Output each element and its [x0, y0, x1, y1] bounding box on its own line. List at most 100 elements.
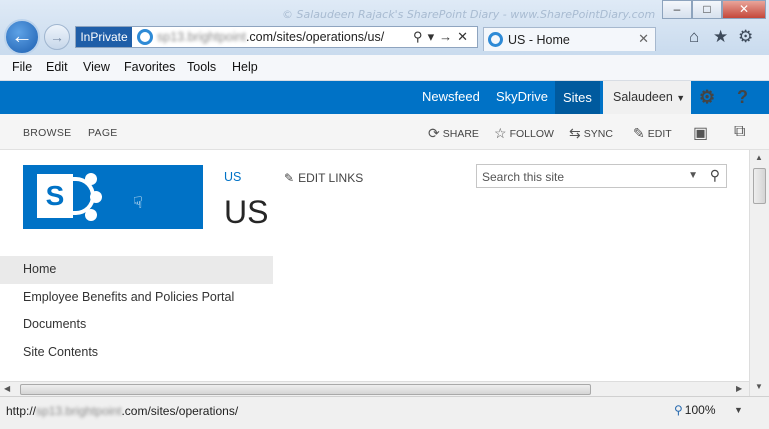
- suite-link-newsfeed[interactable]: Newsfeed: [422, 89, 480, 104]
- address-tools: ⚲▾→✕: [413, 29, 473, 45]
- search-box[interactable]: Search this site ▼ ⚲: [476, 164, 727, 188]
- star-outline-icon: ☆: [494, 125, 507, 141]
- stop-icon[interactable]: ✕: [457, 29, 473, 44]
- hand-cursor-icon: ☟: [133, 195, 143, 212]
- menu-view[interactable]: View: [83, 56, 110, 78]
- gear-icon[interactable]: ⚙: [738, 27, 753, 47]
- suite-link-skydrive[interactable]: SkyDrive: [496, 89, 548, 104]
- edit-links-label: EDIT LINKS: [298, 171, 364, 185]
- home-icon[interactable]: ⌂: [689, 27, 699, 47]
- search-icon[interactable]: ⚲: [710, 167, 720, 184]
- page-content: S ☟ US US ✎ EDIT LINKS Search this site ▼…: [0, 150, 749, 381]
- ribbon: BROWSE PAGE ⟳ SHARE ☆ FOLLOW ⇆ SYNC ✎ EDIT ▣…: [0, 114, 769, 150]
- address-bar[interactable]: InPrivate sp13.brightpoint.com/sites/ope…: [75, 26, 478, 48]
- scroll-left-icon[interactable]: ◀: [4, 384, 10, 393]
- scroll-up-icon[interactable]: ▲: [755, 153, 763, 162]
- back-button[interactable]: ←: [4, 19, 40, 55]
- browser-titlebar: ← → © Salaudeen Rajack's SharePoint Diar…: [0, 0, 769, 55]
- share-label: SHARE: [442, 128, 479, 140]
- menu-tools[interactable]: Tools: [187, 56, 216, 78]
- forward-arrow-icon: →: [50, 29, 64, 45]
- page-title[interactable]: US: [224, 194, 268, 231]
- follow-button[interactable]: ☆ FOLLOW: [494, 125, 554, 142]
- sync-label: SYNC: [583, 128, 613, 140]
- ie-page-icon: [137, 29, 153, 45]
- address-url[interactable]: sp13.brightpoint.com/sites/operations/us…: [157, 30, 384, 44]
- zoom-dropdown-icon[interactable]: ▼: [734, 405, 743, 415]
- status-url-path: .com/sites/operations/: [121, 404, 239, 418]
- browser-tab[interactable]: US - Home ✕: [483, 27, 656, 51]
- maximize-button[interactable]: □: [692, 0, 722, 19]
- status-url: http://sp13.brightpoint.com/sites/operat…: [6, 404, 238, 418]
- star-icon[interactable]: ★: [713, 27, 728, 47]
- help-icon[interactable]: ?: [737, 87, 748, 108]
- scroll-right-icon[interactable]: ▶: [736, 384, 742, 393]
- share-button[interactable]: ⟳ SHARE: [428, 125, 479, 142]
- ie-tab-icon: [488, 32, 503, 47]
- breadcrumb[interactable]: US: [224, 170, 241, 184]
- tab-close-icon[interactable]: ✕: [638, 31, 649, 47]
- settings-gear-icon[interactable]: ⚙: [699, 87, 715, 108]
- status-url-prefix: http://: [6, 404, 37, 418]
- edit-label: EDIT: [647, 128, 672, 140]
- user-menu[interactable]: Salaudeen ▼: [603, 81, 691, 114]
- forward-button[interactable]: →: [44, 24, 70, 50]
- zoom-control[interactable]: ⚲ 100%: [674, 403, 716, 417]
- sharepoint-logo-icon: S: [37, 174, 73, 218]
- vertical-scroll-thumb[interactable]: [753, 168, 766, 204]
- user-name: Salaudeen: [613, 90, 673, 104]
- edit-button[interactable]: ✎ EDIT: [633, 125, 672, 142]
- search-input[interactable]: Search this site: [482, 170, 564, 184]
- pencil-icon: ✎: [633, 125, 645, 141]
- chevron-down-icon: ▼: [676, 93, 686, 103]
- focus-button[interactable]: ▣: [693, 123, 711, 143]
- menu-bar: File Edit View Favorites Tools Help: [0, 55, 769, 81]
- nav-item-site-contents[interactable]: Site Contents: [0, 339, 273, 367]
- nav-item-employee-benefits[interactable]: Employee Benefits and Policies Portal: [0, 284, 273, 312]
- refresh-icon[interactable]: →: [439, 29, 457, 44]
- close-window-button[interactable]: ✕: [722, 0, 766, 19]
- minimize-button[interactable]: –: [662, 0, 692, 19]
- address-path: .com/sites/operations/us/: [245, 30, 385, 44]
- search-scope-dropdown-icon[interactable]: ▼: [688, 170, 698, 181]
- menu-file[interactable]: File: [12, 56, 32, 78]
- zoom-icon: ⚲: [674, 403, 683, 417]
- sync-button[interactable]: ⇆ SYNC: [569, 125, 613, 142]
- back-arrow-icon: ←: [11, 23, 33, 48]
- pencil-icon: ✎: [284, 171, 295, 185]
- site-logo[interactable]: S ☟: [23, 165, 203, 229]
- scroll-down-icon[interactable]: ▼: [755, 382, 763, 391]
- watermark: © Salaudeen Rajack's SharePoint Diary - …: [282, 8, 656, 21]
- menu-favorites[interactable]: Favorites: [124, 56, 175, 78]
- menu-help[interactable]: Help: [232, 56, 258, 78]
- sync-icon: ⇆: [569, 125, 581, 141]
- dropdown-icon[interactable]: ▾: [428, 29, 440, 44]
- tab-title: US - Home: [508, 33, 570, 47]
- logo-dot: [85, 209, 97, 221]
- tab-page[interactable]: PAGE: [88, 127, 118, 139]
- menu-edit[interactable]: Edit: [46, 56, 68, 78]
- edit-links-button[interactable]: ✎ EDIT LINKS: [284, 171, 363, 185]
- status-url-host: sp13.brightpoint: [36, 404, 122, 418]
- horizontal-scrollbar[interactable]: ◀ ▶: [0, 381, 749, 396]
- zoom-level: 100%: [684, 403, 716, 417]
- logo-dot: [85, 173, 97, 185]
- suite-link-sites[interactable]: Sites: [555, 81, 600, 114]
- follow-label: FOLLOW: [509, 128, 554, 140]
- nav-item-home[interactable]: Home: [0, 256, 273, 284]
- address-host: sp13.brightpoint: [157, 30, 246, 44]
- logo-dot: [90, 191, 102, 203]
- suite-bar: Newsfeed SkyDrive Sites Salaudeen ▼ ⚙ ?: [0, 81, 769, 114]
- nav-item-documents[interactable]: Documents: [0, 311, 273, 339]
- horizontal-scroll-thumb[interactable]: [20, 384, 591, 395]
- popout-button[interactable]: ⧉: [734, 123, 748, 141]
- search-icon[interactable]: ⚲: [413, 29, 428, 44]
- tab-browse[interactable]: BROWSE: [23, 127, 71, 139]
- quick-launch: Home Employee Benefits and Policies Port…: [0, 256, 273, 366]
- inprivate-badge[interactable]: InPrivate: [76, 27, 132, 47]
- popout-icon: ⧉: [734, 123, 746, 140]
- status-bar: http://sp13.brightpoint.com/sites/operat…: [0, 396, 769, 429]
- vertical-scrollbar[interactable]: ▲ ▼: [749, 150, 769, 396]
- share-icon: ⟳: [428, 125, 440, 141]
- focus-icon: ▣: [693, 125, 709, 142]
